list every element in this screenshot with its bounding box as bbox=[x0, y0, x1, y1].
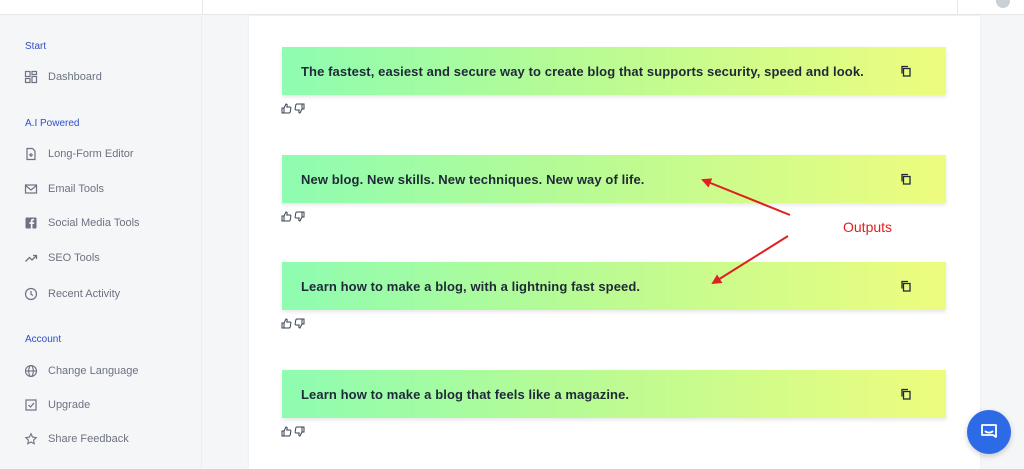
sidebar-item-change-language[interactable]: Change Language bbox=[24, 361, 139, 381]
thumbs-down-icon bbox=[294, 426, 305, 437]
sidebar-item-social-media-tools[interactable]: Social Media Tools bbox=[24, 213, 140, 233]
chat-support-button[interactable] bbox=[967, 410, 1011, 454]
dashboard-icon bbox=[24, 70, 38, 84]
checkbox-icon bbox=[24, 398, 38, 412]
outputs-annotation-label: Outputs bbox=[843, 219, 893, 235]
thumbs-up-button[interactable] bbox=[281, 103, 292, 114]
sidebar-item-label: Email Tools bbox=[48, 183, 105, 195]
feedback-buttons bbox=[281, 211, 305, 222]
sidebar-item-label: Change Language bbox=[48, 365, 139, 377]
main-area: The fastest, easiest and secure way to c… bbox=[203, 16, 1024, 469]
sidebar-item-label: Social Media Tools bbox=[48, 217, 140, 229]
result-card: Learn how to make a blog that feels like… bbox=[282, 370, 946, 418]
sidebar-item-label: Share Feedback bbox=[48, 433, 129, 445]
thumbs-up-button[interactable] bbox=[281, 426, 292, 437]
trending-up-icon bbox=[24, 251, 38, 265]
copy-button[interactable] bbox=[900, 172, 914, 186]
thumbs-down-icon bbox=[294, 318, 305, 329]
copy-button[interactable] bbox=[900, 279, 914, 293]
results-panel: The fastest, easiest and secure way to c… bbox=[249, 16, 980, 469]
clock-icon bbox=[24, 287, 38, 301]
sidebar: Start Dashboard A.I Powered Long-Form Ed… bbox=[0, 16, 202, 469]
globe-icon bbox=[24, 364, 38, 378]
thumbs-up-icon bbox=[281, 426, 292, 437]
top-bar bbox=[0, 0, 1024, 15]
copy-button[interactable] bbox=[900, 64, 914, 78]
result-text: New blog. New skills. New techniques. Ne… bbox=[301, 171, 645, 187]
thumbs-down-button[interactable] bbox=[294, 426, 305, 437]
feedback-buttons bbox=[281, 426, 305, 437]
sidebar-item-recent-activity[interactable]: Recent Activity bbox=[24, 284, 120, 304]
thumbs-up-button[interactable] bbox=[281, 318, 292, 329]
sidebar-item-seo-tools[interactable]: SEO Tools bbox=[24, 248, 100, 268]
copy-icon bbox=[901, 173, 911, 185]
sidebar-section-account: Account bbox=[25, 334, 62, 345]
copy-button[interactable] bbox=[900, 387, 914, 401]
star-icon bbox=[24, 432, 38, 446]
topbar-divider-right bbox=[957, 0, 958, 15]
result-card: New blog. New skills. New techniques. Ne… bbox=[282, 155, 946, 203]
feedback-buttons bbox=[281, 318, 305, 329]
thumbs-down-button[interactable] bbox=[294, 211, 305, 222]
thumbs-down-button[interactable] bbox=[294, 318, 305, 329]
thumbs-down-button[interactable] bbox=[294, 103, 305, 114]
chat-icon bbox=[981, 424, 997, 438]
document-plus-icon bbox=[24, 147, 38, 161]
sidebar-item-label: Dashboard bbox=[48, 71, 102, 83]
result-text: The fastest, easiest and secure way to c… bbox=[301, 63, 864, 79]
sidebar-item-long-form-editor[interactable]: Long-Form Editor bbox=[24, 144, 134, 164]
sidebar-item-dashboard[interactable]: Dashboard bbox=[24, 67, 102, 87]
sidebar-section-ai-powered: A.I Powered bbox=[25, 118, 80, 129]
sidebar-item-label: Recent Activity bbox=[48, 288, 121, 300]
sidebar-section-start: Start bbox=[25, 41, 47, 52]
envelope-icon bbox=[24, 182, 38, 196]
thumbs-up-button[interactable] bbox=[281, 211, 292, 222]
result-card: Learn how to make a blog, with a lightni… bbox=[282, 262, 946, 310]
facebook-icon bbox=[24, 216, 38, 230]
topbar-divider-left bbox=[202, 0, 203, 15]
thumbs-down-icon bbox=[294, 211, 305, 222]
sidebar-item-label: SEO Tools bbox=[48, 252, 100, 264]
sidebar-item-upgrade[interactable]: Upgrade bbox=[24, 395, 90, 415]
thumbs-up-icon bbox=[281, 103, 292, 114]
thumbs-up-icon bbox=[281, 318, 292, 329]
sidebar-item-label: Upgrade bbox=[48, 399, 91, 411]
copy-icon bbox=[901, 65, 911, 77]
user-avatar[interactable] bbox=[996, 0, 1010, 8]
copy-icon bbox=[901, 388, 911, 400]
thumbs-up-icon bbox=[281, 211, 292, 222]
result-text: Learn how to make a blog, with a lightni… bbox=[301, 278, 641, 294]
result-card: The fastest, easiest and secure way to c… bbox=[282, 47, 946, 95]
feedback-buttons bbox=[281, 103, 305, 114]
sidebar-item-share-feedback[interactable]: Share Feedback bbox=[24, 429, 129, 449]
sidebar-item-label: Long-Form Editor bbox=[48, 148, 134, 160]
sidebar-item-email-tools[interactable]: Email Tools bbox=[24, 179, 104, 199]
copy-icon bbox=[901, 280, 911, 292]
thumbs-down-icon bbox=[294, 103, 305, 114]
result-text: Learn how to make a blog that feels like… bbox=[301, 386, 630, 402]
